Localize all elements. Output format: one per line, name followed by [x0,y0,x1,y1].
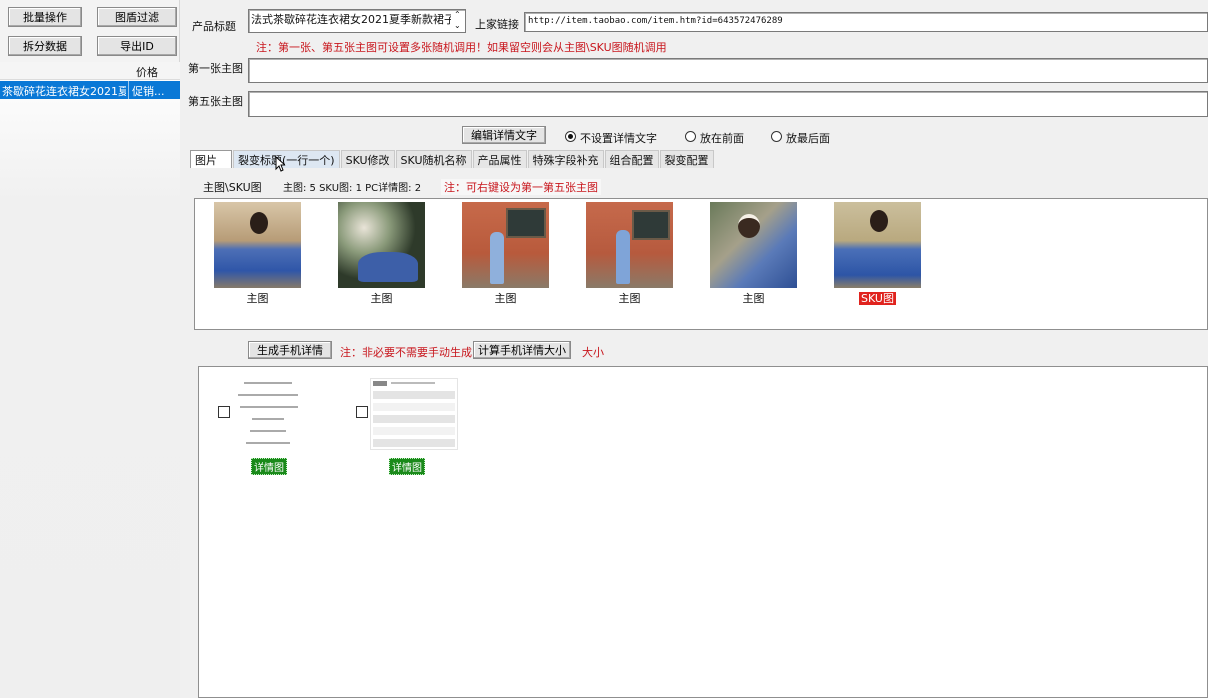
tab-product-attributes[interactable]: 产品属性 [472,150,527,168]
image-counts: 主图: 5 SKU图: 1 PC详情图: 2 [283,183,422,194]
edit-detail-text-button[interactable]: 编辑详情文字 [462,126,546,144]
image-hint: 注：可右键设为第一第五张主图 [441,179,601,195]
main-image-thumb-4[interactable] [586,202,673,288]
detail-image-tag: 详情图 [389,458,425,475]
tab-variant-config[interactable]: 裂变配置 [659,150,714,168]
size-label: 大小 [582,346,604,359]
detail-image-2[interactable] [370,378,458,450]
main-image-thumb-3[interactable] [462,202,549,288]
fifth-image-input[interactable] [248,91,1208,117]
product-list-row[interactable]: 茶歇碎花连衣裙女2021夏... 促销... [0,81,180,99]
image-shield-filter-button[interactable]: 图盾过滤 [97,7,177,27]
radio-no-detail-text[interactable] [565,131,576,142]
title-input-value: 法式茶歇碎花连衣裙女2021夏季新款裙子夏 [251,13,451,26]
fifth-image-label: 第五张主图 [188,95,243,108]
mouse-cursor-icon [275,156,285,172]
calc-mobile-detail-size-button[interactable]: 计算手机详情大小 [473,341,571,359]
window-icon [506,208,546,238]
thumb-caption: 主图 [494,292,517,305]
detail-image-tag: 详情图 [251,458,287,475]
tab-sku-edit[interactable]: SKU修改 [340,150,395,168]
first-image-label: 第一张主图 [188,62,243,75]
export-id-button[interactable]: 导出ID [97,36,177,56]
tab-variant-titles[interactable]: 裂变标题(一行一个) [233,150,340,168]
detail-image-checkbox-2[interactable] [356,406,368,418]
detail-image-panel[interactable] [198,366,1208,698]
thumb-caption: 主图 [246,292,269,305]
model-figure-icon [490,232,504,284]
sku-thumb-caption: SKU图 [859,292,896,305]
product-list[interactable]: 价格 茶歇碎花连衣裙女2021夏... 促销... [0,62,180,698]
main-image-thumb-2[interactable] [338,202,425,288]
generate-note: 注：非必要不需要手动生成 [340,346,472,359]
thumb-caption: 主图 [618,292,641,305]
split-data-button[interactable]: 拆分数据 [8,36,82,56]
sku-image-thumb[interactable] [834,202,921,288]
radio-no-detail-text-label[interactable]: 不设置详情文字 [580,130,657,146]
model-figure-icon [616,230,630,284]
radio-place-end-label[interactable]: 放最后面 [786,130,830,146]
tab-images[interactable]: 图片 [190,150,232,168]
batch-operation-button[interactable]: 批量操作 [8,7,82,27]
model-head-icon [738,214,760,238]
title-input[interactable]: 法式茶歇碎花连衣裙女2021夏季新款裙子夏 ⌃ ⌄ [248,9,466,33]
model-head-icon [870,210,888,232]
first-image-input[interactable] [248,58,1208,83]
detail-image-checkbox-1[interactable] [218,406,230,418]
tab-combination-config[interactable]: 组合配置 [604,150,659,168]
detail-image-1[interactable] [232,378,304,454]
main-image-note: 注：第一张、第五张主图可设置多张随机调用！如果留空则会从主图\SKU图随机调用 [256,41,667,54]
model-head-icon [250,212,268,234]
main-image-thumb-5[interactable] [710,202,797,288]
scroll-up-icon[interactable]: ⌃ [454,10,461,19]
tab-special-fields[interactable]: 特殊字段补充 [527,150,604,168]
thumb-caption: 主图 [370,292,393,305]
row-title: 茶歇碎花连衣裙女2021夏... [2,85,126,98]
tab-bar: 图片 裂变标题(一行一个) SKU修改 SKU随机名称 产品属性 特殊字段补充 … [190,150,715,168]
left-panel: 批量操作 图盾过滤 拆分数据 导出ID 价格 茶歇碎花连衣裙女2021夏... … [0,0,180,698]
radio-place-end[interactable] [771,131,782,142]
image-section-label: 主图\SKU图 [203,181,262,194]
title-label: 产品标题 [192,20,236,33]
link-input[interactable]: http://item.taobao.com/item.htm?id=64357… [524,12,1208,32]
dress-shape-icon [358,252,418,282]
radio-place-front[interactable] [685,131,696,142]
radio-place-front-label[interactable]: 放在前面 [700,130,744,146]
main-image-thumb-1[interactable] [214,202,301,288]
price-column-header[interactable]: 价格 [136,64,158,80]
link-input-value: http://item.taobao.com/item.htm?id=64357… [528,16,783,26]
product-list-header: 价格 [0,62,180,80]
link-label: 上家链接 [475,18,519,31]
row-price: 促销... [132,85,165,98]
tab-sku-random-names[interactable]: SKU随机名称 [395,150,472,168]
column-divider [128,81,129,99]
scroll-down-icon[interactable]: ⌄ [454,21,461,30]
thumb-caption: 主图 [742,292,765,305]
window-icon [632,210,670,240]
generate-mobile-detail-button[interactable]: 生成手机详情 [248,341,332,359]
